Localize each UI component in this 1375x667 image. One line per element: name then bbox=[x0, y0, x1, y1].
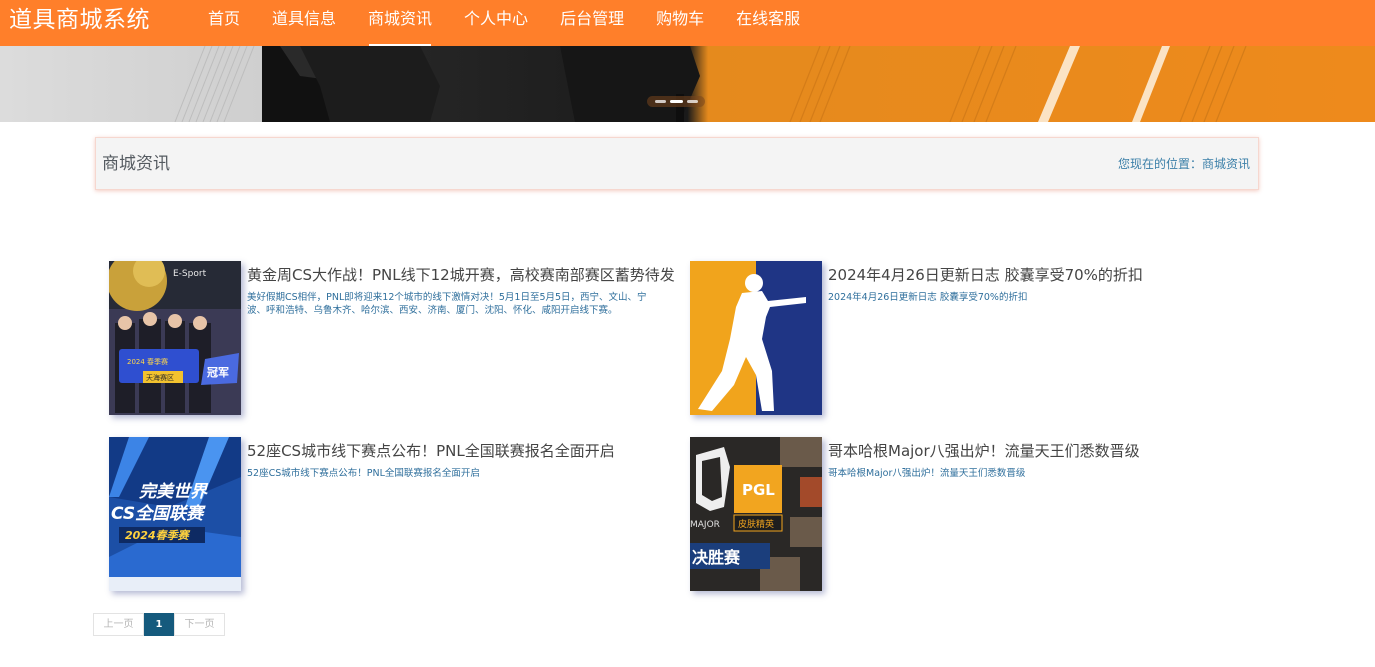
breadcrumb: 您现在的位置：商城资讯 bbox=[1118, 156, 1250, 172]
news-title-link[interactable]: 黄金周CS大作战！PNL线下12城开赛，高校赛南部赛区蓄势待发 bbox=[247, 265, 675, 285]
carousel-dot-3[interactable] bbox=[686, 100, 698, 103]
thumb-text: 皮肤精英 bbox=[738, 518, 774, 530]
carousel-indicator bbox=[647, 96, 705, 107]
hero-banner[interactable] bbox=[0, 46, 1375, 122]
news-title-link[interactable]: 2024年4月26日更新日志 胶囊享受70%的折扣 bbox=[828, 265, 1143, 285]
thumb-text: 2024 春季赛 bbox=[127, 357, 168, 366]
news-item: PGL MAJOR 皮肤精英 决胜赛 哥本哈根Major八强出炉！流量天王们悉数… bbox=[690, 437, 1250, 593]
news-thumbnail[interactable]: PGL MAJOR 皮肤精英 决胜赛 bbox=[690, 437, 822, 591]
thumb-text: 天海赛区 bbox=[146, 373, 174, 382]
news-thumbnail[interactable]: E-Sport 2024 春季赛 天海赛区 冠军 bbox=[109, 261, 241, 415]
news-title-link[interactable]: 52座CS城市线下赛点公布！PNL全国联赛报名全面开启 bbox=[247, 441, 615, 461]
carousel-dot-1[interactable] bbox=[654, 100, 666, 103]
breadcrumb-prefix: 您现在的位置： bbox=[1117, 157, 1202, 171]
nav-customer-service[interactable]: 在线客服 bbox=[720, 0, 816, 46]
news-item: 2024年4月26日更新日志 胶囊享受70%的折扣 2024年4月26日更新日志… bbox=[690, 261, 1250, 417]
thumb-text: 2024春季赛 bbox=[125, 529, 191, 542]
page-title: 商城资讯 bbox=[102, 154, 170, 174]
thumb-text: PGL bbox=[742, 481, 775, 499]
nav-user-center[interactable]: 个人中心 bbox=[448, 0, 544, 46]
breadcrumb-current-link[interactable]: 商城资讯 bbox=[1202, 157, 1250, 171]
nav-item-info[interactable]: 道具信息 bbox=[256, 0, 352, 46]
nav-admin[interactable]: 后台管理 bbox=[544, 0, 640, 46]
nav-news[interactable]: 商城资讯 bbox=[352, 0, 448, 46]
nav-cart[interactable]: 购物车 bbox=[640, 0, 720, 46]
thumb-text: 完美世界 bbox=[139, 482, 209, 502]
top-navbar: 道具商城系统 首页 道具信息 商城资讯 个人中心 后台管理 购物车 在线客服 bbox=[0, 0, 1375, 46]
carousel-dot-2[interactable] bbox=[669, 100, 683, 103]
news-summary: 美好假期CS相伴，PNL即将迎来12个城市的线下激情对决！5月1日至5月5日，西… bbox=[247, 292, 647, 316]
news-thumbnail[interactable]: 完美世界 CS全国联赛 2024春季赛 bbox=[109, 437, 241, 591]
nav-home[interactable]: 首页 bbox=[192, 0, 256, 46]
news-thumbnail[interactable] bbox=[690, 261, 822, 415]
banner-image bbox=[0, 46, 1375, 122]
news-summary: 52座CS城市线下赛点公布！PNL全国联赛报名全面开启 bbox=[247, 468, 480, 479]
main-menu: 首页 道具信息 商城资讯 个人中心 后台管理 购物车 在线客服 bbox=[192, 0, 816, 46]
site-brand[interactable]: 道具商城系统 bbox=[9, 5, 150, 35]
thumb-text: CS全国联赛 bbox=[111, 504, 206, 524]
next-page-button[interactable]: 下一页 bbox=[174, 613, 225, 636]
page-1-button[interactable]: 1 bbox=[144, 613, 174, 636]
prev-page-button[interactable]: 上一页 bbox=[93, 613, 144, 636]
news-title-link[interactable]: 哥本哈根Major八强出炉！流量天王们悉数晋级 bbox=[828, 441, 1140, 461]
news-item: 完美世界 CS全国联赛 2024春季赛 52座CS城市线下赛点公布！PNL全国联… bbox=[109, 437, 669, 593]
thumb-text: MAJOR bbox=[690, 520, 720, 530]
news-summary: 哥本哈根Major八强出炉！流量天王们悉数晋级 bbox=[828, 468, 1026, 479]
thumb-text: E-Sport bbox=[173, 269, 207, 279]
thumb-text: 冠军 bbox=[207, 366, 229, 379]
thumb-text: 决胜赛 bbox=[692, 548, 741, 567]
news-item: E-Sport 2024 春季赛 天海赛区 冠军 黄金周CS大作战！PNL线下1… bbox=[109, 261, 675, 417]
news-summary: 2024年4月26日更新日志 胶囊享受70%的折扣 bbox=[828, 292, 1028, 303]
pagination: 上一页 1 下一页 bbox=[93, 613, 225, 636]
breadcrumb-panel: 商城资讯 您现在的位置：商城资讯 bbox=[95, 137, 1259, 190]
